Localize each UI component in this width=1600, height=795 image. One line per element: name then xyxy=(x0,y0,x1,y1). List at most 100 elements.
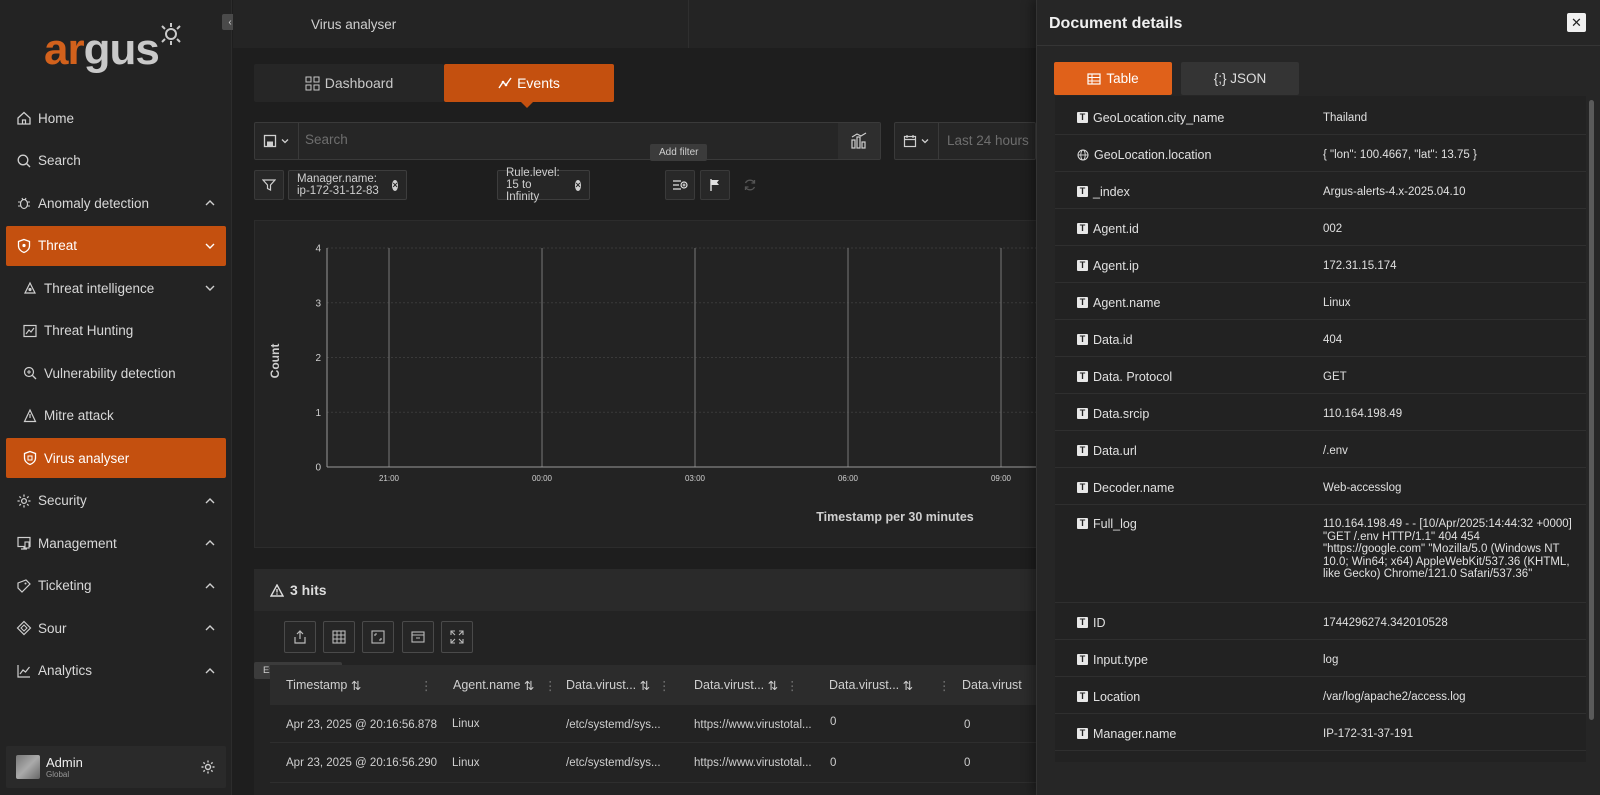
add-filter-tooltip: Add filter xyxy=(650,144,708,161)
filter-pill-manager[interactable]: Manager.name: ip-172-31-12-83 × xyxy=(288,170,407,200)
refresh-button[interactable] xyxy=(735,170,765,200)
chevron-up-icon[interactable] xyxy=(204,537,216,549)
sidebar-item-ticketing[interactable]: Ticketing xyxy=(6,566,226,606)
chevron-up-icon[interactable] xyxy=(204,665,216,677)
flyout-scrollbar[interactable] xyxy=(1589,100,1594,720)
column-label: Data.virust xyxy=(962,678,1022,692)
document-field-row[interactable]: T ID 1744296274.342010528 xyxy=(1055,603,1586,640)
pin-filter-button[interactable] xyxy=(700,170,730,200)
chevron-up-icon[interactable] xyxy=(204,580,216,592)
tab-dashboard-label: Dashboard xyxy=(324,75,394,91)
filter-pill-rule-level[interactable]: Rule.level: 15 to Infinity × xyxy=(497,167,590,203)
column-header-data-virustotal-2[interactable]: Data.virust... ⇅ xyxy=(694,665,778,705)
column-header-data-virustotal-3[interactable]: Data.virust... ⇅ xyxy=(829,665,913,705)
y-tick-label: 2 xyxy=(315,353,321,364)
columns-button[interactable] xyxy=(323,621,355,653)
sort-fields-button[interactable] xyxy=(402,621,434,653)
document-field-row[interactable]: T Agent.id 002 xyxy=(1055,209,1586,246)
column-menu-icon[interactable]: ⋮ xyxy=(544,665,557,705)
document-field-row[interactable]: T Manager.name IP-172-31-37-191 xyxy=(1055,714,1586,751)
fullscreen-button[interactable] xyxy=(441,621,473,653)
cell-virustotal-link[interactable]: https://www.virustotal... xyxy=(694,757,812,769)
sidebar-item-analytics[interactable]: Analytics xyxy=(6,651,226,691)
add-filter-button[interactable] xyxy=(665,170,695,200)
sort-icon[interactable]: ⇅ xyxy=(640,678,650,693)
sidebar-item-anomaly-detection[interactable]: Anomaly detection xyxy=(6,183,226,223)
field-name-text: GeoLocation.location xyxy=(1094,148,1212,162)
sidebar-item-sour[interactable]: Sour xyxy=(6,608,226,648)
document-field-row[interactable]: T Location/var/log/apache2/access.log xyxy=(1055,677,1586,714)
remove-filter-icon[interactable]: × xyxy=(575,179,581,191)
column-label: Data.virust... xyxy=(694,678,765,692)
tab-json[interactable]: {;} JSON xyxy=(1181,62,1299,95)
chevron-up-icon[interactable] xyxy=(204,495,216,507)
document-field-row[interactable]: T _index Argus-alerts-4.x-2025.04.10 xyxy=(1055,172,1586,209)
document-field-row[interactable]: T Full_log 110.164.198.49 - - [10/Apr/2025… xyxy=(1055,505,1586,603)
column-menu-icon[interactable]: ⋮ xyxy=(786,665,799,705)
text-type-icon: T xyxy=(1077,518,1088,529)
chevron-down-icon[interactable] xyxy=(204,282,216,294)
sort-icon[interactable]: ⇅ xyxy=(351,678,361,693)
column-header-data-virustotal-1[interactable]: Data.virust... ⇅ xyxy=(566,665,650,705)
app-root: argus ‹ Home Search Anomaly detection Threa… xyxy=(0,0,1600,795)
column-menu-icon[interactable]: ⋮ xyxy=(938,665,951,705)
sidebar-item-threat[interactable]: Threat xyxy=(6,225,226,266)
sort-icon[interactable]: ⇅ xyxy=(768,678,778,693)
column-label: Timestamp xyxy=(286,678,348,692)
sidebar-item-home[interactable]: Home xyxy=(6,98,226,138)
sort-icon[interactable]: ⇅ xyxy=(524,678,534,693)
column-header-data-virustotal-4[interactable]: Data.virust xyxy=(962,665,1022,705)
export-button[interactable] xyxy=(284,621,316,653)
sidebar-item-vulnerability-detection[interactable]: Vulnerability detection xyxy=(6,353,226,393)
remove-filter-icon[interactable]: × xyxy=(392,179,398,191)
column-menu-icon[interactable]: ⋮ xyxy=(420,665,433,705)
saved-queries-button[interactable] xyxy=(255,123,299,159)
search-input[interactable] xyxy=(305,132,805,147)
sidebar-item-virus-analyser[interactable]: Virus analyser xyxy=(6,438,226,478)
column-label: Data.virust... xyxy=(829,678,900,692)
chevron-down-icon[interactable] xyxy=(204,240,216,252)
document-field-row[interactable]: GeoLocation.location { "lon": 100.4667, "… xyxy=(1055,135,1586,172)
cell-virustotal-link[interactable]: https://www.virustotal... xyxy=(694,719,812,731)
sidebar-item-threat-hunting[interactable]: Threat Hunting xyxy=(6,311,226,351)
chevron-up-icon[interactable] xyxy=(204,622,216,634)
calendar-button[interactable] xyxy=(895,123,939,159)
table-row[interactable]: Apr 23, 2025 @ 20:16:56.290 Linux /etc/s… xyxy=(270,745,1044,783)
document-field-row[interactable]: T Data.srcip 110.164.198.49 xyxy=(1055,394,1586,431)
document-field-row[interactable]: T Agent.ip 172.31.15.174 xyxy=(1055,246,1586,283)
column-menu-icon[interactable]: ⋮ xyxy=(658,665,671,705)
sidebar-item-search[interactable]: Search xyxy=(6,141,226,181)
field-name-text: Decoder.name xyxy=(1093,481,1175,495)
sidebar-item-management[interactable]: Management xyxy=(6,523,226,563)
document-field-row[interactable]: T Data.id 404 xyxy=(1055,320,1586,357)
field-name: T GeoLocation.city_name xyxy=(1077,111,1224,125)
query-builder-button[interactable] xyxy=(838,123,880,159)
document-field-row[interactable]: T GeoLocation.city_name Thailand xyxy=(1055,98,1586,135)
column-header-timestamp[interactable]: Timestamp ⇅ xyxy=(286,665,361,705)
close-button[interactable]: ✕ xyxy=(1567,13,1586,32)
document-field-row[interactable]: T Data. Protocol GET xyxy=(1055,357,1586,394)
document-field-row[interactable]: T Data.url /.env xyxy=(1055,431,1586,468)
sidebar-item-mitre-attack[interactable]: Mitre attack xyxy=(6,396,226,436)
sidebar-item-threat-intelligence[interactable]: Threat intelligence xyxy=(6,268,226,308)
table-row[interactable]: Apr 23, 2025 @ 20:16:56.878 Linux /etc/s… xyxy=(270,705,1044,743)
field-name-text: Input.type xyxy=(1093,653,1148,667)
document-field-row[interactable]: T Input.type log xyxy=(1055,640,1586,677)
settings-gear-icon[interactable] xyxy=(200,759,216,775)
sidebar-nav: Home Search Anomaly detection Threat Threat … xyxy=(6,98,226,693)
tab-dashboard[interactable]: Dashboard xyxy=(254,64,444,102)
chevron-up-icon[interactable] xyxy=(204,197,216,209)
filter-options-button[interactable] xyxy=(254,170,284,200)
density-button[interactable] xyxy=(362,621,394,653)
sidebar-item-security[interactable]: Security xyxy=(6,481,226,521)
tab-table[interactable]: Table xyxy=(1054,62,1172,95)
field-value: Argus-alerts-4.x-2025.04.10 xyxy=(1323,186,1466,198)
tab-events[interactable]: Events xyxy=(444,64,614,108)
user-profile[interactable]: Admin Global xyxy=(6,746,226,788)
document-field-row[interactable]: T Decoder.name Web-accesslog xyxy=(1055,468,1586,505)
column-label: Data.virust... xyxy=(566,678,637,692)
document-field-row[interactable]: T Agent.name Linux xyxy=(1055,283,1586,320)
sort-icon[interactable]: ⇅ xyxy=(903,678,913,693)
date-picker[interactable]: Last 24 hours xyxy=(894,122,1036,160)
column-header-agent-name[interactable]: Agent.name ⇅ xyxy=(453,665,534,705)
